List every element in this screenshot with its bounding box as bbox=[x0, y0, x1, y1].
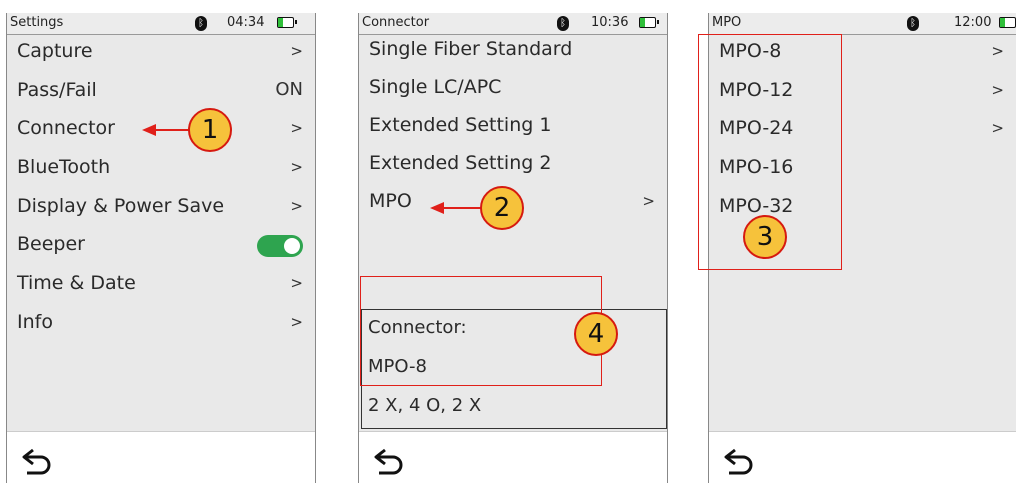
bottom-bar bbox=[7, 431, 315, 483]
callout-4: 4 bbox=[574, 312, 618, 356]
menu-item-extended-setting-1[interactable]: Extended Setting 1 bbox=[369, 111, 655, 143]
bluetooth-icon: ᛒ bbox=[907, 16, 919, 31]
callout-2: 2 bbox=[480, 186, 524, 230]
menu-item-single-lc-apc[interactable]: Single LC/APC bbox=[369, 73, 655, 105]
chevron-right-icon: > bbox=[290, 42, 303, 60]
callout-3: 3 bbox=[743, 215, 787, 259]
fiber-pattern: 2 X, 4 O, 2 X bbox=[368, 395, 482, 416]
beeper-toggle[interactable] bbox=[257, 235, 303, 257]
menu-item-single-fiber-standard[interactable]: Single Fiber Standard bbox=[369, 35, 655, 67]
back-arrow-icon[interactable] bbox=[373, 446, 407, 478]
menu-item-info[interactable]: Info > bbox=[17, 308, 303, 340]
screen-title: MPO bbox=[712, 15, 742, 30]
arrow-left-icon bbox=[430, 202, 482, 214]
chevron-right-icon: > bbox=[290, 274, 303, 292]
menu-item-label: Connector bbox=[17, 117, 115, 139]
menu-item-label: Pass/Fail bbox=[17, 79, 97, 101]
menu-item-label: Single LC/APC bbox=[369, 76, 502, 98]
connector-screen: Connector ᛒ 10:36 Single Fiber Standard … bbox=[358, 13, 668, 483]
status-bar: Connector ᛒ 10:36 bbox=[359, 13, 667, 35]
bluetooth-icon: ᛒ bbox=[557, 16, 569, 31]
menu-item-extended-setting-2[interactable]: Extended Setting 2 bbox=[369, 149, 655, 181]
back-arrow-icon[interactable] bbox=[21, 446, 55, 478]
menu-item-label: Extended Setting 1 bbox=[369, 114, 552, 136]
back-arrow-icon[interactable] bbox=[723, 446, 757, 478]
bottom-bar bbox=[359, 431, 667, 483]
status-bar: Settings ᛒ 04:34 bbox=[7, 13, 315, 35]
battery-icon bbox=[277, 17, 297, 28]
toggle-knob bbox=[284, 238, 300, 254]
chevron-right-icon: > bbox=[991, 119, 1004, 137]
battery-icon bbox=[999, 17, 1016, 28]
menu-item-label: Info bbox=[17, 311, 53, 333]
clock: 10:36 bbox=[591, 15, 629, 30]
menu-item-display-power-save[interactable]: Display & Power Save > bbox=[17, 192, 303, 224]
chevron-right-icon: > bbox=[290, 119, 303, 137]
menu-item-label: MPO bbox=[369, 190, 412, 212]
clock: 04:34 bbox=[227, 15, 265, 30]
status-bar: MPO ᛒ 12:00 bbox=[709, 13, 1016, 35]
chevron-right-icon: > bbox=[991, 42, 1004, 60]
menu-item-label: Display & Power Save bbox=[17, 195, 225, 217]
menu-item-label: Beeper bbox=[17, 233, 85, 255]
settings-screen: Settings ᛒ 04:34 Capture > Pass/Fail ON … bbox=[6, 13, 316, 483]
chevron-right-icon: > bbox=[642, 192, 655, 210]
chevron-right-icon: > bbox=[290, 313, 303, 331]
clock: 12:00 bbox=[954, 15, 992, 30]
menu-item-pass-fail[interactable]: Pass/Fail ON bbox=[17, 76, 303, 108]
menu-item-label: Time & Date bbox=[17, 272, 136, 294]
bottom-bar bbox=[709, 431, 1016, 483]
battery-icon bbox=[639, 17, 659, 28]
menu-item-label: Extended Setting 2 bbox=[369, 152, 552, 174]
callout-1: 1 bbox=[188, 108, 232, 152]
menu-item-capture[interactable]: Capture > bbox=[17, 37, 303, 69]
menu-item-beeper: Beeper bbox=[17, 230, 303, 262]
menu-item-bluetooth[interactable]: BlueTooth > bbox=[17, 153, 303, 185]
chevron-right-icon: > bbox=[991, 81, 1004, 99]
menu-item-label: Single Fiber Standard bbox=[369, 38, 573, 60]
menu-item-label: Capture bbox=[17, 40, 93, 62]
chevron-right-icon: > bbox=[290, 197, 303, 215]
menu-item-label: BlueTooth bbox=[17, 156, 111, 178]
highlight-box-connector-info bbox=[360, 276, 602, 386]
pass-fail-value: ON bbox=[275, 79, 303, 100]
screen-title: Connector bbox=[362, 15, 430, 30]
chevron-right-icon: > bbox=[290, 158, 303, 176]
screen-title: Settings bbox=[10, 15, 64, 30]
bluetooth-icon: ᛒ bbox=[195, 16, 207, 31]
menu-item-time-date[interactable]: Time & Date > bbox=[17, 269, 303, 301]
